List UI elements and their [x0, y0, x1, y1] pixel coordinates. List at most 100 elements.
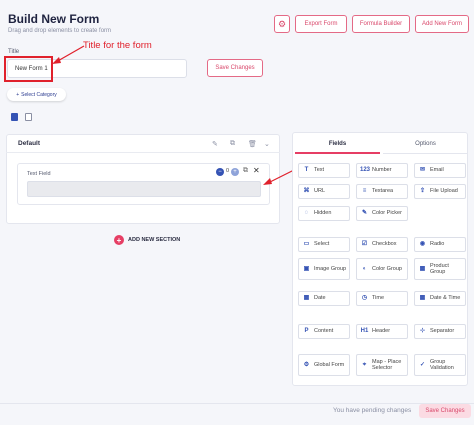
- field-type-icon: ⇪: [419, 188, 426, 195]
- field-item[interactable]: ⚙ Global Form: [298, 354, 350, 376]
- add-new-section-button[interactable]: + ADD NEW SECTION: [114, 235, 180, 245]
- field-type-icon: P: [304, 328, 309, 335]
- decrement-icon[interactable]: −: [216, 168, 224, 176]
- field-item-label: Radio: [430, 241, 445, 248]
- field-item[interactable]: T Text: [298, 163, 350, 178]
- tab-options[interactable]: Options: [383, 135, 468, 154]
- save-changes-button[interactable]: Save Changes: [207, 59, 263, 77]
- field-type-icon: ✉: [419, 167, 426, 174]
- field-type-icon: ▦: [419, 265, 426, 272]
- mobile-view-icon[interactable]: [25, 113, 32, 121]
- field-type-icon: T: [304, 167, 309, 174]
- field-type-icon: ✎: [361, 210, 368, 217]
- field-type-icon: ⚙: [303, 361, 310, 368]
- field-type-icon: ◌: [304, 210, 309, 217]
- field-item[interactable]: ▣ Image Group: [298, 258, 350, 280]
- chevron-down-icon[interactable]: ⌄: [264, 140, 270, 148]
- field-item[interactable]: ✓ Group Validation: [414, 354, 466, 376]
- field-type-icon: ⌘: [303, 188, 310, 195]
- field-item-label: Map - Place Selector: [372, 358, 402, 371]
- page-subtitle: Drag and drop elements to create form: [8, 28, 112, 34]
- field-item-label: Separator: [430, 328, 455, 335]
- copy-icon[interactable]: ⧉: [230, 140, 235, 148]
- export-form-button[interactable]: Export Form: [295, 15, 347, 33]
- field-item[interactable]: ⇪ File Upload: [414, 184, 466, 199]
- increment-icon[interactable]: +: [231, 168, 239, 176]
- annotation-highlight-box: [4, 56, 53, 82]
- field-item[interactable]: ▭ Select: [298, 237, 350, 252]
- field-item[interactable]: H1 Header: [356, 324, 408, 339]
- field-item-label: Color Picker: [372, 210, 402, 217]
- field-item-label: URL: [314, 188, 326, 195]
- tab-fields[interactable]: Fields: [295, 135, 380, 154]
- formula-builder-button[interactable]: Formula Builder: [352, 15, 410, 33]
- field-type-icon: ⌖: [362, 361, 367, 368]
- field-item-label: Global Form: [314, 361, 345, 368]
- settings-button[interactable]: ⚙: [274, 15, 290, 33]
- field-item-label: File Upload: [430, 188, 458, 195]
- field-item[interactable]: ⌖ Map - Place Selector: [356, 354, 408, 376]
- close-icon[interactable]: ✕: [253, 166, 260, 175]
- field-item[interactable]: P Content: [298, 324, 350, 339]
- field-item-label: Content: [314, 328, 334, 335]
- field-item[interactable]: ▦ Date: [298, 291, 350, 306]
- add-new-section-label: ADD NEW SECTION: [128, 237, 181, 243]
- field-item-label: Header: [372, 328, 391, 335]
- field-type-icon: ▭: [303, 241, 310, 248]
- page-title: Build New Form: [8, 12, 100, 26]
- field-item-label: Date: [314, 295, 326, 302]
- field-item-label: Textarea: [372, 188, 394, 195]
- field-label: Text Field: [27, 171, 51, 177]
- desktop-view-icon[interactable]: [11, 113, 18, 121]
- field-item-label: Number: [372, 167, 392, 174]
- select-category-label: Select Category: [21, 91, 57, 98]
- select-category-button[interactable]: + Select Category: [7, 88, 66, 101]
- field-item[interactable]: ◉ Radio: [414, 237, 466, 252]
- field-item-label: Group Validation: [430, 358, 454, 371]
- field-item-label: Date & Time: [430, 295, 461, 302]
- field-item-label: Select: [314, 241, 330, 248]
- field-type-icon: ◉: [419, 241, 426, 248]
- field-item-label: Checkbox: [372, 241, 397, 248]
- field-item[interactable]: 123 Number: [356, 163, 408, 178]
- field-item[interactable]: ✎ Color Picker: [356, 206, 408, 221]
- field-type-icon: ◐: [362, 265, 367, 272]
- field-type-icon: H1: [360, 328, 369, 335]
- field-width-value: 0: [226, 168, 230, 174]
- footer-save-changes-button[interactable]: Save Changes: [419, 404, 471, 418]
- annotation-arrow-icon: [263, 169, 295, 185]
- trash-icon[interactable]: 🗑: [248, 140, 257, 148]
- duplicate-icon[interactable]: ⧉: [243, 167, 248, 175]
- field-item-label: Image Group: [314, 265, 347, 272]
- plus-icon: +: [114, 235, 124, 245]
- field-item-label: Text: [314, 167, 325, 174]
- field-item[interactable]: ☑ Checkbox: [356, 237, 408, 252]
- field-item[interactable]: ◌ Hidden: [298, 206, 350, 221]
- field-type-icon: ▣: [303, 265, 310, 272]
- field-type-icon: ▦: [303, 295, 310, 302]
- title-label: Title: [8, 49, 20, 55]
- text-field-preview-input: [27, 181, 261, 197]
- field-type-icon: ⊹: [419, 328, 426, 335]
- add-new-form-button[interactable]: Add New Form: [415, 15, 469, 33]
- field-item[interactable]: ◐ Color Group: [356, 258, 408, 280]
- section-divider: [6, 152, 280, 153]
- field-item[interactable]: ≡ Textarea: [356, 184, 408, 199]
- field-item[interactable]: ⌘ URL: [298, 184, 350, 199]
- field-item[interactable]: ◷ Time: [356, 291, 408, 306]
- field-item[interactable]: ✉ Email: [414, 163, 466, 178]
- field-type-icon: ✓: [419, 361, 426, 368]
- field-item-label: Time: [372, 295, 385, 302]
- field-type-icon: ◷: [361, 295, 368, 302]
- field-type-icon: 123: [360, 167, 371, 174]
- field-item[interactable]: ▦ Date & Time: [414, 291, 466, 306]
- field-item-label: Color Group: [372, 265, 402, 272]
- gear-icon: ⚙: [277, 18, 287, 29]
- field-item[interactable]: ⊹ Separator: [414, 324, 466, 339]
- edit-icon[interactable]: ✎: [212, 140, 218, 148]
- field-type-icon: ≡: [362, 188, 367, 195]
- plus-icon: +: [16, 91, 20, 98]
- annotation-text: Title for the form: [83, 40, 152, 51]
- field-item[interactable]: ▦ Product Group: [414, 258, 466, 280]
- field-item-label: Hidden: [314, 210, 332, 217]
